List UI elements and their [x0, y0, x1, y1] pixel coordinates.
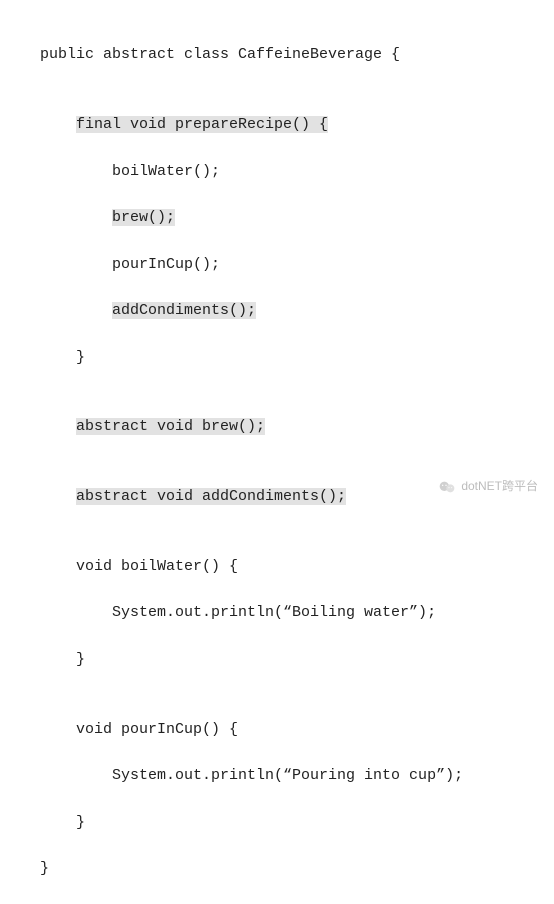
code-line: }: [40, 857, 554, 880]
code-line: }: [40, 648, 554, 671]
code-line: System.out.println(“Pouring into cup”);: [40, 764, 554, 787]
wechat-icon: [439, 480, 455, 494]
code-line: pourInCup();: [40, 253, 554, 276]
highlight: final void prepareRecipe() {: [76, 116, 328, 133]
code-line: System.out.println(“Boiling water”);: [40, 601, 554, 624]
code-block: public abstract class CaffeineBeverage {…: [0, 0, 554, 904]
code-line: }: [40, 811, 554, 834]
code-line: void boilWater() {: [40, 555, 554, 578]
code-line: void pourInCup() {: [40, 718, 554, 741]
code-line: addCondiments();: [40, 299, 554, 322]
highlight: abstract void brew();: [76, 418, 265, 435]
watermark: dotNET跨平台: [439, 477, 538, 496]
code-line: brew();: [40, 206, 554, 229]
highlight: abstract void addCondiments();: [76, 488, 346, 505]
highlight: addCondiments();: [112, 302, 256, 319]
code-line: abstract void brew();: [40, 415, 554, 438]
highlight: brew();: [112, 209, 175, 226]
watermark-label: dotNET跨平台: [461, 477, 538, 496]
code-line: }: [40, 346, 554, 369]
code-line: final void prepareRecipe() {: [40, 113, 554, 136]
code-line: public abstract class CaffeineBeverage {: [40, 43, 554, 66]
code-line: boilWater();: [40, 160, 554, 183]
